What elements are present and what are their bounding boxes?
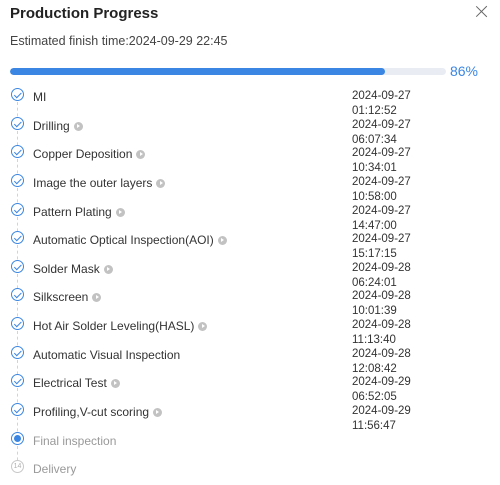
check-circle-icon: [11, 374, 24, 388]
step-date: 2024-09-27: [352, 147, 411, 160]
play-icon[interactable]: [115, 207, 125, 217]
step-name-label: Automatic Visual Inspection: [33, 347, 181, 362]
step-date: 2024-09-28: [352, 290, 411, 303]
play-icon[interactable]: [92, 293, 102, 303]
process-step: Copper Deposition 2024-09-27 10:34:01: [0, 139, 500, 180]
step-name: Automatic Visual Inspection: [33, 348, 180, 362]
step-date: 2024-09-28: [352, 319, 411, 332]
progress-bar: [10, 68, 446, 75]
progress-percent: 86%: [449, 63, 478, 79]
process-step: Drilling 2024-09-27 06:07:34: [0, 111, 500, 151]
play-icon[interactable]: [156, 178, 166, 188]
step-date: 2024-09-29: [352, 376, 411, 389]
step-name-label: Electrical Test: [33, 376, 107, 391]
process-step: Final inspection: [0, 426, 500, 466]
step-name: Image the outer layers: [33, 175, 166, 190]
check-circle-icon: [11, 403, 24, 417]
step-name: Delivery: [33, 462, 76, 476]
check-circle-icon: [11, 288, 24, 302]
step-name-label: Copper Deposition: [33, 147, 133, 162]
step-name: Electrical Test: [33, 376, 120, 390]
play-icon[interactable]: [198, 322, 208, 332]
step-name: MI: [33, 90, 46, 104]
step-name: Solder Mask: [33, 262, 113, 276]
step-date: 2024-09-27: [352, 233, 411, 246]
process-step: Silkscreen 2024-09-28 10:01:39: [0, 282, 500, 323]
process-step: Pattern Plating 2024-09-27 14:47:00: [0, 197, 500, 237]
check-circle-icon: [11, 173, 24, 187]
production-progress-dialog: Production Progress Estimated finish tim…: [0, 0, 500, 485]
dialog-title: Production Progress: [10, 5, 159, 22]
current-step-dot-icon: [11, 431, 24, 445]
step-name: Final inspection: [33, 434, 116, 448]
step-name: Drilling: [33, 119, 83, 133]
check-circle-icon: [11, 345, 24, 359]
estimated-finish-time: Estimated finish time:2024-09-29 22:45: [10, 34, 228, 48]
step-name-label: Silkscreen: [33, 290, 89, 305]
process-step: Image the outer layers 2024-09-27 10:58:00: [0, 168, 500, 208]
progress-bar-fill: [10, 68, 385, 75]
step-name: Profiling,V-cut scoring: [33, 405, 163, 420]
step-name: Copper Deposition: [33, 147, 146, 162]
play-icon[interactable]: [217, 236, 227, 246]
process-steps-list: MI 2024-09-27 01:12:52 Drilling 2024-09-27 06…: [0, 82, 500, 483]
step-number-icon: 14: [11, 460, 24, 474]
step-date: 2024-09-27: [352, 175, 411, 188]
process-step: Automatic Visual Inspection 2024-09-28 12:…: [0, 340, 500, 380]
check-circle-icon: [11, 145, 24, 159]
step-name-label: Drilling: [33, 118, 70, 133]
play-icon[interactable]: [103, 264, 113, 274]
process-step: Hot Air Solder Leveling(HASL) 2024-09-28 1…: [0, 311, 500, 352]
step-name-label: Delivery: [33, 462, 77, 477]
step-date: 2024-09-27: [352, 90, 411, 102]
eta-label: Estimated finish time:: [10, 34, 129, 48]
step-name: Hot Air Solder Leveling(HASL): [33, 319, 208, 334]
step-name-label: Image the outer layers: [33, 175, 153, 190]
step-name: Automatic Optical Inspection(AOI): [33, 233, 227, 247]
step-date: 2024-09-28: [352, 261, 411, 274]
step-name-label: Hot Air Solder Leveling(HASL): [33, 319, 195, 334]
process-step: Solder Mask 2024-09-28 06:24:01: [0, 254, 500, 294]
step-name: Silkscreen: [33, 290, 102, 305]
step-date: 2024-09-27: [352, 204, 411, 217]
check-circle-icon: [11, 259, 24, 273]
step-name-label: Final inspection: [33, 433, 117, 448]
process-step: Profiling,V-cut scoring 2024-09-29 11:56:4…: [0, 397, 500, 438]
play-icon[interactable]: [73, 121, 83, 131]
check-circle-icon: [11, 231, 24, 245]
eta-value: 2024-09-29 22:45: [128, 34, 228, 48]
check-circle-icon: [11, 202, 24, 216]
check-circle-icon: [11, 317, 24, 331]
step-name-label: Pattern Plating: [33, 204, 112, 219]
play-icon[interactable]: [153, 408, 163, 418]
step-name: Pattern Plating: [33, 205, 125, 219]
check-circle-icon: [11, 88, 24, 101]
process-step: Electrical Test 2024-09-29 06:52:05: [0, 368, 500, 409]
step-name-label: Profiling,V-cut scoring: [33, 405, 150, 420]
step-date: 2024-09-29: [352, 405, 411, 418]
play-icon[interactable]: [110, 379, 120, 389]
play-icon[interactable]: [136, 150, 146, 160]
process-step: Automatic Optical Inspection(AOI) 2024-09…: [0, 225, 500, 266]
process-step: 14 Delivery: [0, 454, 500, 483]
step-name-label: MI: [33, 90, 47, 104]
process-step: MI 2024-09-27 01:12:52: [0, 82, 500, 122]
check-circle-icon: [11, 116, 24, 130]
step-date: 2024-09-27: [352, 118, 411, 131]
step-name-label: Automatic Optical Inspection(AOI): [33, 233, 214, 248]
step-name-label: Solder Mask: [33, 261, 100, 276]
step-date: 2024-09-28: [352, 347, 411, 360]
close-icon[interactable]: [474, 4, 490, 20]
